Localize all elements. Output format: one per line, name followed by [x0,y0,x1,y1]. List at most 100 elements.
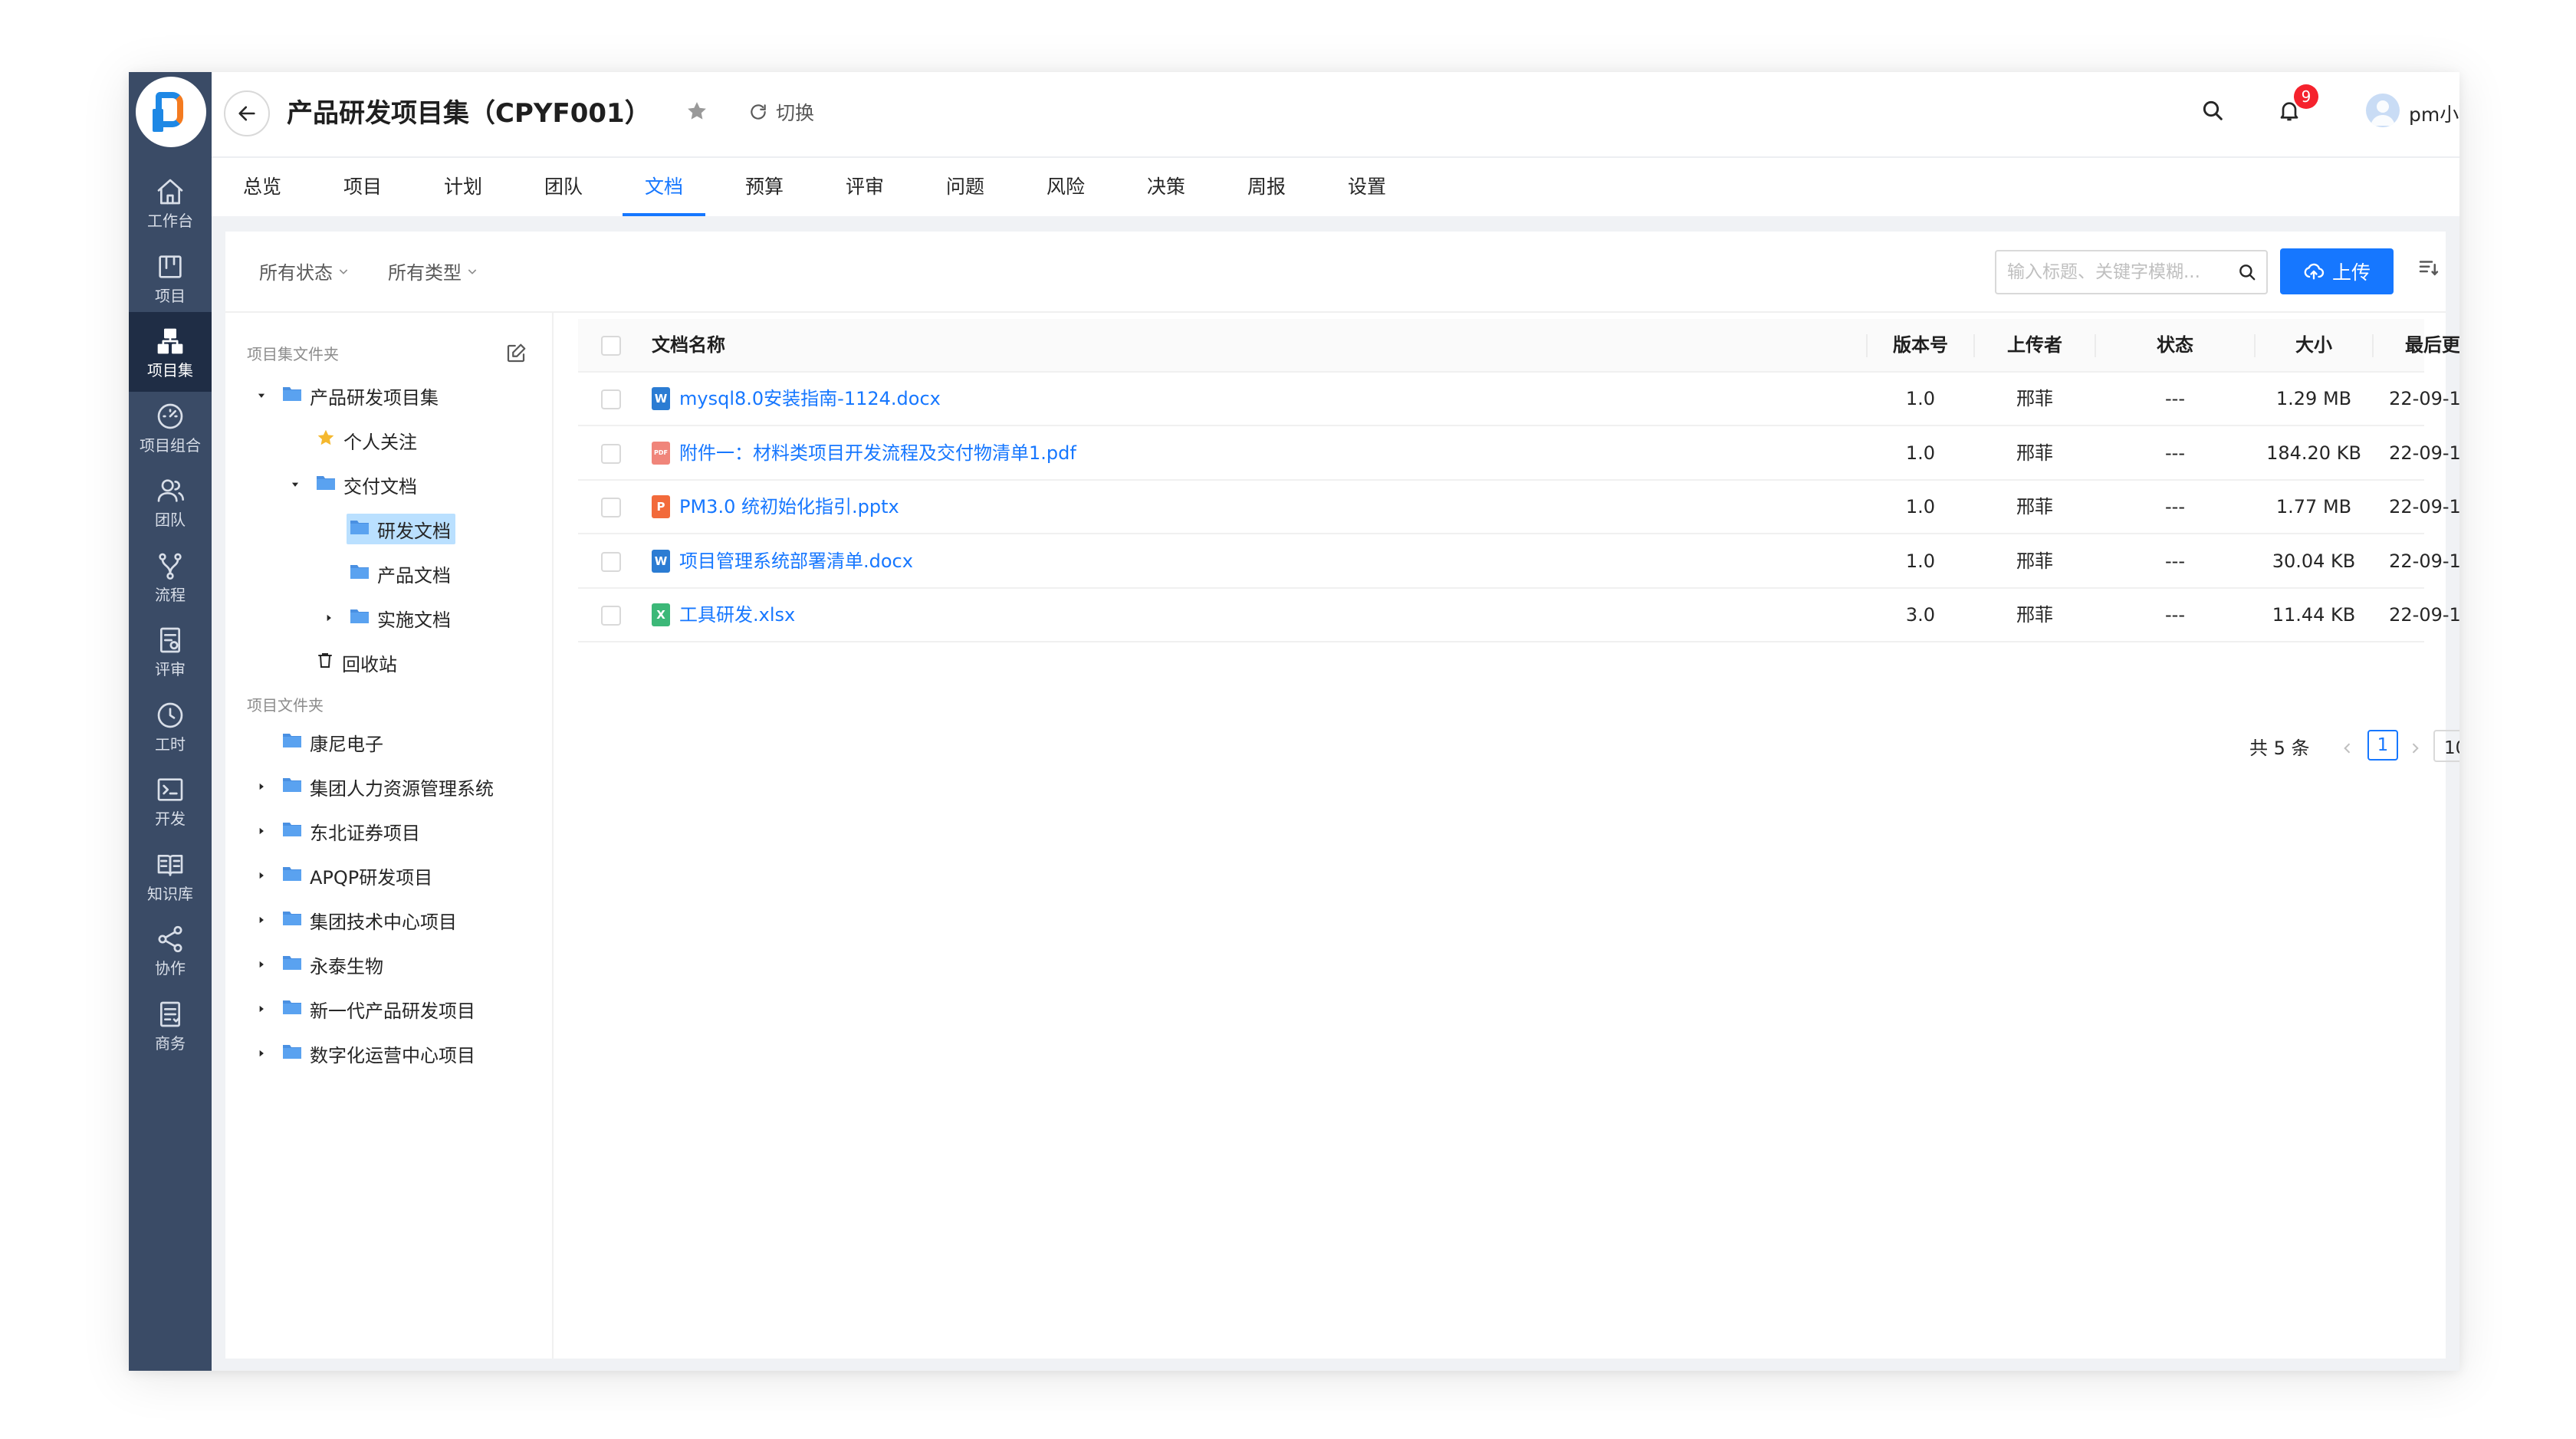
column-header-updated[interactable]: 最后更新时间 [2374,319,2459,371]
tree-node[interactable]: 康尼电子 [253,727,388,757]
document-search-input[interactable] [2007,251,2229,293]
nav-item-share[interactable]: 协作 [129,910,212,990]
nav-item-terminal[interactable]: 开发 [129,761,212,840]
tab-0[interactable]: 总览 [221,158,304,216]
caret-right-icon[interactable] [253,1038,270,1069]
tab-5[interactable]: 预算 [723,158,806,216]
nav-item-book[interactable]: 知识库 [129,836,212,915]
tree-node[interactable]: 永泰生物 [253,949,388,980]
clock-icon [155,700,186,731]
tab-6[interactable]: 评审 [823,158,906,216]
file-link[interactable]: X 工具研发.xlsx [652,589,795,641]
nav-item-hierarchy[interactable]: 项目集 [129,312,212,392]
caret-right-icon[interactable] [320,603,337,633]
file-link[interactable]: PDF 附件一：材料类项目开发流程及交付物清单1.pdf [652,427,1076,479]
table-row[interactable]: Wmysql8.0安装指南-1124.docx 1.0 邢菲 --- 1.29 MB 22… [578,373,2459,426]
caret-right-icon[interactable] [253,994,270,1024]
tree-node[interactable]: 数字化运营中心项目 [253,1038,480,1069]
tree-node[interactable]: APQP研发项目 [253,860,437,891]
tree-node[interactable]: 研发文档 [320,514,455,544]
size-cell: 1.77 MB [2275,496,2352,517]
tree-node[interactable]: 个人关注 [287,425,422,455]
table-row[interactable]: P PM3.0 统初始化指引.pptx 1.0 邢菲 --- 1.77 MB 22-09-1… [578,481,2459,534]
file-link[interactable]: W 项目管理系统部署清单.docx [652,535,913,587]
row-checkbox[interactable] [601,443,621,464]
select-all-checkbox[interactable] [601,336,621,356]
table-row[interactable]: W 项目管理系统部署清单.docx 1.0 邢菲 --- 30.04 KB 22-09-14… [578,535,2459,589]
table-row[interactable]: X 工具研发.xlsx 3.0 邢菲 --- 11.44 KB 22-09-14 18:08… [578,589,2459,642]
page-size-select[interactable]: 10 条/页 [2433,730,2459,762]
sort-icon[interactable] [2417,256,2440,282]
chevron-down-icon [339,268,348,274]
caret-spacer [320,514,337,544]
tree-node[interactable]: 回收站 [287,647,402,678]
avatar[interactable] [2366,94,2400,127]
type-filter-dropdown[interactable]: 所有类型 [388,258,478,284]
tab-11[interactable]: 设置 [1326,158,1408,216]
page-number-1[interactable]: 1 [2367,730,2398,761]
book-icon [155,849,186,880]
row-checkbox[interactable] [601,606,621,626]
tab-4[interactable]: 文档 [623,158,705,216]
tree-node-content: 研发文档 [347,514,455,544]
tab-1[interactable]: 项目 [321,158,404,216]
prev-page-icon[interactable] [2340,741,2355,756]
column-header-status[interactable]: 状态 [2096,319,2254,371]
row-checkbox[interactable] [601,498,621,517]
pagination-total: 共 5 条 [2249,738,2310,759]
caret-right-icon[interactable] [253,949,270,980]
username[interactable]: pm小张 [2409,100,2459,127]
file-link[interactable]: Wmysql8.0安装指南-1124.docx [652,373,941,425]
nav-item-clock[interactable]: 工时 [129,686,212,766]
column-header-name[interactable]: 文档名称 [652,319,725,371]
next-page-icon[interactable] [2407,741,2423,756]
tree-node[interactable]: 交付文档 [287,469,422,500]
dashboard-gauge-icon [155,401,186,432]
tree-node[interactable]: 产品文档 [320,558,455,589]
caret-right-icon[interactable] [253,905,270,935]
caret-right-icon[interactable] [253,771,270,802]
nav-item-home[interactable]: 工作台 [129,163,212,242]
edit-folder-icon[interactable] [504,342,527,368]
tab-2[interactable]: 计划 [422,158,504,216]
nav-item-review[interactable]: 评审 [129,611,212,691]
column-header-size[interactable]: 大小 [2256,319,2372,371]
row-checkbox[interactable] [601,551,621,572]
caret-down-icon[interactable] [287,469,304,500]
tree-node[interactable]: 实施文档 [320,603,455,633]
tree-node-label: 东北证券项目 [310,822,420,844]
tab-10[interactable]: 周报 [1225,158,1308,216]
header-search-icon[interactable] [2200,98,2225,126]
nav-item-kanban[interactable]: 项目 [129,238,212,317]
column-header-uploader[interactable]: 上传者 [1975,319,2095,371]
row-checkbox[interactable] [601,389,621,409]
table-row[interactable]: PDF 附件一：材料类项目开发流程及交付物清单1.pdf 1.0 邢菲 --- 184.2… [578,427,2459,481]
app-logo[interactable] [136,77,206,147]
switch-button[interactable]: 切换 [748,98,814,126]
caret-down-icon[interactable] [253,380,270,411]
tab-9[interactable]: 决策 [1125,158,1208,216]
tree-node-label: 研发文档 [377,520,451,542]
file-link[interactable]: P PM3.0 统初始化指引.pptx [652,481,899,533]
nav-item-dashboard-gauge[interactable]: 项目组合 [129,387,212,467]
search-icon[interactable] [2237,262,2257,282]
upload-button[interactable]: 上传 [2280,248,2394,294]
nav-item-branch[interactable]: 流程 [129,537,212,616]
tab-3[interactable]: 团队 [522,158,605,216]
caret-right-icon[interactable] [253,860,270,891]
tree-node[interactable]: 产品研发项目集 [253,380,443,411]
tab-8[interactable]: 风险 [1024,158,1107,216]
column-header-version[interactable]: 版本号 [1868,319,1973,371]
nav-item-team[interactable]: 团队 [129,462,212,541]
tree-node[interactable]: 东北证券项目 [253,816,425,846]
tree-node[interactable]: 集团人力资源管理系统 [253,771,498,802]
status-filter-dropdown[interactable]: 所有状态 [259,258,350,284]
back-button[interactable] [224,90,270,136]
nav-item-business-doc[interactable]: 商务 [129,985,212,1065]
favorite-star-icon[interactable] [685,100,708,126]
caret-right-icon[interactable] [253,816,270,846]
tab-7[interactable]: 问题 [924,158,1007,216]
table-header-row: 文档名称 版本号 上传者 状态 大小 最后更新时间 操作 [578,319,2459,373]
tree-node[interactable]: 集团技术中心项目 [253,905,462,935]
tree-node[interactable]: 新一代产品研发项目 [253,994,480,1024]
